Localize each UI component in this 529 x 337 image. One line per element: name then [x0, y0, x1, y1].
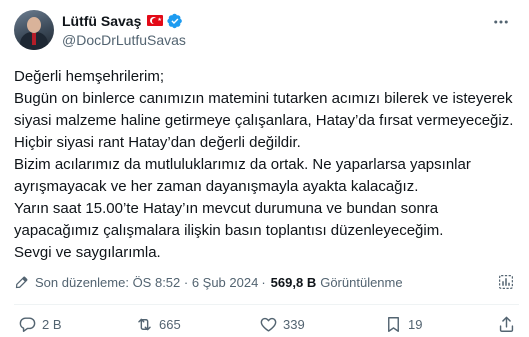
heart-icon — [260, 317, 277, 332]
views-label: Görüntülenme — [320, 274, 403, 290]
avatar[interactable] — [14, 10, 54, 50]
bookmark-button[interactable]: 19 — [384, 315, 422, 334]
retweet-icon — [138, 318, 151, 331]
tweet-actions: 2 B 665 339 19 — [14, 315, 519, 337]
retweet-count: 665 — [159, 317, 181, 332]
verified-badge-icon[interactable] — [167, 13, 183, 29]
tweet-meta: Son düzenleme: ÖS 8:52 · 6 Şub 2024 · 56… — [14, 272, 515, 292]
edited-timestamp[interactable]: Son düzenleme: ÖS 8:52 · 6 Şub 2024 — [35, 275, 258, 290]
meta-separator: · — [261, 274, 266, 290]
reply-icon — [19, 317, 36, 332]
share-icon — [499, 316, 514, 332]
author-block: Lütfü Savaş ★ @DocDrLutfuSavas — [62, 11, 186, 49]
reply-button[interactable]: 2 B — [18, 315, 62, 334]
views-count: 569,8 B — [270, 274, 317, 290]
pencil-icon — [15, 276, 28, 288]
analytics-icon[interactable] — [497, 273, 515, 291]
like-count: 339 — [283, 317, 305, 332]
tweet-header: Lütfü Savaş ★ @DocDrLutfuSavas — [14, 10, 515, 52]
tweet-text: Değerli hemşehrilerim; Bugün on binlerce… — [14, 68, 514, 261]
author-display-name[interactable]: Lütfü Savaş — [62, 13, 141, 29]
share-button[interactable] — [497, 315, 516, 334]
more-dots-icon[interactable] — [491, 12, 511, 32]
bookmark-count: 19 — [408, 317, 423, 332]
bookmark-icon — [388, 317, 399, 332]
like-button[interactable]: 339 — [259, 315, 305, 334]
retweet-button[interactable]: 665 — [135, 315, 181, 334]
actions-divider — [14, 304, 519, 305]
reply-count: 2 B — [42, 317, 62, 332]
turkey-flag-icon: ★ — [147, 15, 164, 26]
author-handle[interactable]: @DocDrLutfuSavas — [62, 32, 186, 48]
